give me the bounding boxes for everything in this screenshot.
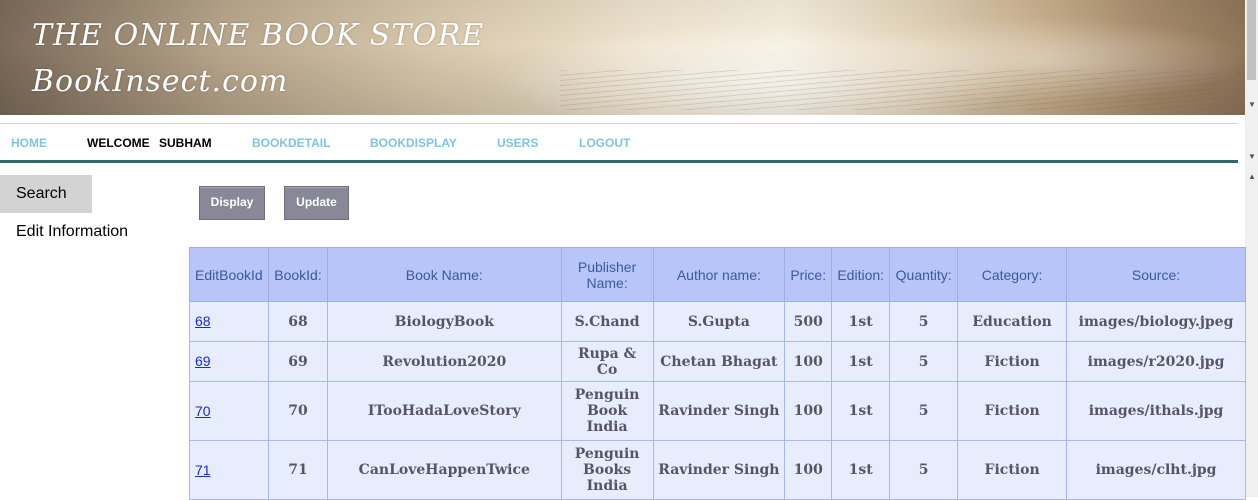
- scroll-down-arrow-icon[interactable]: ▼: [1248, 152, 1256, 161]
- scroll-down-arrow-icon[interactable]: ▼: [1248, 100, 1256, 109]
- scrollbar-thumb[interactable]: [1247, 0, 1256, 80]
- table-row: 70 70 ITooHadaLoveStory Penguin Book Ind…: [189, 381, 1246, 441]
- sidebar-search-label: Search: [16, 185, 67, 202]
- author-cell: Ravinder Singh: [652, 381, 786, 441]
- edit-book-link[interactable]: 70: [195, 403, 211, 419]
- book-name-cell: CanLoveHappenTwice: [326, 440, 562, 500]
- col-header-edition: Edition:: [831, 247, 891, 302]
- edition-cell: 1st: [831, 301, 891, 342]
- author-cell: S.Gupta: [652, 301, 786, 342]
- price-cell: 100: [784, 440, 833, 500]
- source-cell: images/r2020.jpg: [1066, 341, 1246, 382]
- edit-cell: 68: [189, 301, 269, 342]
- publisher-cell: Penguin Book India: [560, 381, 654, 441]
- author-cell: Ravinder Singh: [652, 440, 786, 500]
- nav-users[interactable]: USERS: [497, 136, 538, 150]
- display-button[interactable]: Display: [199, 186, 265, 220]
- source-cell: images/ithals.jpg: [1066, 381, 1246, 441]
- price-cell: 500: [784, 301, 833, 342]
- edit-book-link[interactable]: 68: [195, 313, 211, 329]
- bookid-cell: 68: [267, 301, 328, 342]
- table-row: 69 69 Revolution2020 Rupa & Co Chetan Bh…: [189, 341, 1246, 382]
- source-cell: images/biology.jpeg: [1066, 301, 1246, 342]
- edition-cell: 1st: [831, 341, 891, 382]
- bookid-cell: 70: [267, 381, 328, 441]
- nav-bookdetail[interactable]: BOOKDETAIL: [252, 136, 330, 150]
- source-cell: images/clht.jpg: [1066, 440, 1246, 500]
- table-header-row: EditBookId BookId: Book Name: Publisher …: [189, 247, 1246, 302]
- edit-book-link[interactable]: 69: [195, 353, 211, 369]
- books-table: EditBookId BookId: Book Name: Publisher …: [189, 247, 1246, 500]
- sidebar-edit-information-link[interactable]: Edit Information: [16, 223, 128, 241]
- book-name-cell: ITooHadaLoveStory: [326, 381, 562, 441]
- category-cell: Fiction: [957, 440, 1068, 500]
- col-header-author-name: Author name:: [652, 247, 786, 302]
- col-header-bookid: BookId:: [267, 247, 328, 302]
- edition-cell: 1st: [831, 440, 891, 500]
- category-cell: Education: [957, 301, 1068, 342]
- quantity-cell: 5: [889, 440, 959, 500]
- scroll-up-arrow-icon[interactable]: ▲: [1248, 172, 1256, 181]
- category-cell: Fiction: [957, 381, 1068, 441]
- edit-cell: 71: [189, 440, 269, 500]
- bookid-cell: 71: [267, 440, 328, 500]
- nav-welcome-label: WELCOME: [87, 136, 150, 150]
- nav-home[interactable]: HOME: [11, 136, 47, 150]
- bookid-cell: 69: [267, 341, 328, 382]
- col-header-category: Category:: [957, 247, 1068, 302]
- nav-logout[interactable]: LOGOUT: [579, 136, 630, 150]
- quantity-cell: 5: [889, 381, 959, 441]
- nav-bookdisplay[interactable]: BOOKDISPLAY: [370, 136, 457, 150]
- category-cell: Fiction: [957, 341, 1068, 382]
- table-row: 68 68 BiologyBook S.Chand S.Gupta 500 1s…: [189, 301, 1246, 342]
- publisher-cell: S.Chand: [560, 301, 654, 342]
- site-domain: BookInsect.com: [32, 64, 289, 99]
- top-nav: HOME WELCOME SUBHAM BOOKDETAIL BOOKDISPL…: [0, 123, 1238, 164]
- page-scrollbar[interactable]: ▼ ▼ ▲: [1245, 0, 1258, 497]
- edit-cell: 70: [189, 381, 269, 441]
- edit-book-link[interactable]: 71: [195, 462, 211, 478]
- book-name-cell: BiologyBook: [326, 301, 562, 342]
- sidebar-search-link[interactable]: Search: [0, 175, 92, 213]
- author-cell: Chetan Bhagat: [652, 341, 786, 382]
- col-header-editbookid: EditBookId: [189, 247, 269, 302]
- quantity-cell: 5: [889, 341, 959, 382]
- edit-cell: 69: [189, 341, 269, 382]
- col-header-source: Source:: [1066, 247, 1246, 302]
- price-cell: 100: [784, 341, 833, 382]
- site-title: THE ONLINE BOOK STORE: [32, 18, 485, 53]
- price-cell: 100: [784, 381, 833, 441]
- book-name-cell: Revolution2020: [326, 341, 562, 382]
- edition-cell: 1st: [831, 381, 891, 441]
- col-header-quantity: Quantity:: [889, 247, 959, 302]
- col-header-book-name: Book Name:: [326, 247, 562, 302]
- quantity-cell: 5: [889, 301, 959, 342]
- nav-username: SUBHAM: [159, 136, 212, 150]
- publisher-cell: Penguin Books India: [560, 440, 654, 500]
- table-row: 71 71 CanLoveHappenTwice Penguin Books I…: [189, 440, 1246, 500]
- banner-book-pages: [560, 70, 1220, 110]
- col-header-price: Price:: [784, 247, 833, 302]
- publisher-cell: Rupa & Co: [560, 341, 654, 382]
- nav-divider: [0, 160, 1238, 163]
- update-button[interactable]: Update: [284, 186, 349, 220]
- col-header-publisher-name: Publisher Name:: [560, 247, 654, 302]
- header-banner: THE ONLINE BOOK STORE BookInsect.com: [0, 0, 1245, 115]
